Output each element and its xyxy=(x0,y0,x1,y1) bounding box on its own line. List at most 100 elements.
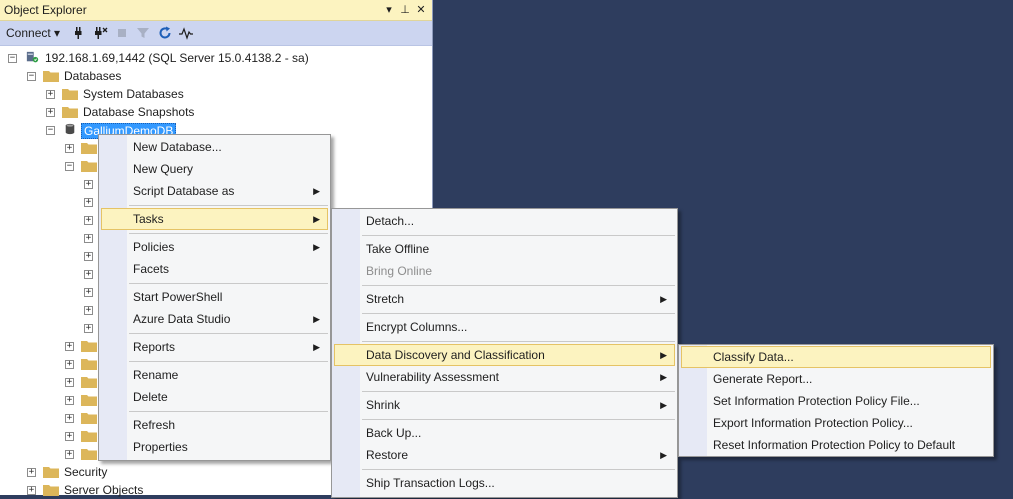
expand-icon[interactable]: + xyxy=(27,486,36,495)
tree-node-child[interactable]: + xyxy=(0,175,98,193)
menu-item-rename[interactable]: Rename xyxy=(101,364,328,386)
collapse-icon[interactable]: − xyxy=(65,162,74,171)
menu-item-detach[interactable]: Detach... xyxy=(334,210,675,232)
connect-plug-icon[interactable] xyxy=(70,25,86,41)
expand-icon[interactable]: + xyxy=(27,468,36,477)
tree-node-child[interactable]: + xyxy=(0,301,98,319)
menu-item-tasks[interactable]: Tasks ▶ xyxy=(101,208,328,230)
tree-node-child[interactable]: + xyxy=(0,391,98,409)
menu-item-back-up[interactable]: Back Up... xyxy=(334,422,675,444)
expand-icon[interactable]: + xyxy=(46,108,55,117)
collapse-icon[interactable]: − xyxy=(27,72,36,81)
expand-icon[interactable]: + xyxy=(84,288,93,297)
expand-icon[interactable]: + xyxy=(65,396,74,405)
folder-icon xyxy=(81,341,97,352)
expand-icon[interactable]: + xyxy=(65,378,74,387)
menu-item-azure-data-studio[interactable]: Azure Data Studio ▶ xyxy=(101,308,328,330)
collapse-icon[interactable]: − xyxy=(46,126,55,135)
menu-item-vulnerability-assessment[interactable]: Vulnerability Assessment ▶ xyxy=(334,366,675,388)
expand-icon[interactable]: + xyxy=(84,180,93,189)
expand-icon[interactable]: + xyxy=(65,360,74,369)
tree-node-child[interactable]: + xyxy=(0,373,98,391)
close-icon[interactable]: ✕ xyxy=(414,2,428,18)
tree-node-child[interactable]: + xyxy=(0,139,98,157)
menu-item-generate-report[interactable]: Generate Report... xyxy=(681,368,991,390)
expand-icon[interactable]: + xyxy=(84,252,93,261)
expand-icon[interactable]: + xyxy=(84,306,93,315)
tree-node-child[interactable]: + xyxy=(0,265,98,283)
tree-node-databases[interactable]: − Databases xyxy=(0,67,430,85)
submenu-arrow-icon: ▶ xyxy=(660,350,667,360)
tree-node-server[interactable]: − 192.168.1.69,1442 (SQL Server 15.0.413… xyxy=(0,49,430,67)
menu-item-ship-transaction-logs[interactable]: Ship Transaction Logs... xyxy=(334,472,675,494)
expand-icon[interactable]: + xyxy=(46,90,55,99)
tree-node-child[interactable]: + xyxy=(0,427,98,445)
expand-icon[interactable]: + xyxy=(65,342,74,351)
system-databases-node-label: System Databases xyxy=(83,87,184,101)
collapse-icon[interactable]: − xyxy=(8,54,17,63)
expand-icon[interactable]: + xyxy=(84,216,93,225)
tree-node-child[interactable]: + xyxy=(0,319,98,337)
panel-title: Object Explorer xyxy=(4,3,87,17)
submenu-arrow-icon: ▶ xyxy=(660,294,667,304)
tree-node-system-databases[interactable]: + System Databases xyxy=(0,85,430,103)
expand-icon[interactable]: + xyxy=(84,198,93,207)
menu-separator xyxy=(129,411,328,412)
refresh-icon[interactable] xyxy=(157,25,173,41)
filter-icon[interactable] xyxy=(135,25,151,41)
expand-icon[interactable]: + xyxy=(65,450,74,459)
menu-item-encrypt-columns[interactable]: Encrypt Columns... xyxy=(334,316,675,338)
menu-item-bring-online: Bring Online xyxy=(366,264,433,278)
database-icon xyxy=(65,123,75,135)
submenu-arrow-icon: ▶ xyxy=(313,214,320,224)
expand-icon[interactable]: + xyxy=(65,144,74,153)
expand-icon[interactable]: + xyxy=(84,234,93,243)
menu-item-take-offline[interactable]: Take Offline xyxy=(334,238,675,260)
menu-item-restore[interactable]: Restore ▶ xyxy=(334,444,675,466)
expand-icon[interactable]: + xyxy=(84,270,93,279)
tree-node-child[interactable]: + xyxy=(0,247,98,265)
expand-icon[interactable]: + xyxy=(65,414,74,423)
menu-item-delete[interactable]: Delete xyxy=(101,386,328,408)
tree-node-database-snapshots[interactable]: + Database Snapshots xyxy=(0,103,430,121)
tree-node-child[interactable]: + xyxy=(0,445,98,463)
folder-icon xyxy=(62,89,78,100)
menu-item-reset-information-protection-policy[interactable]: Reset Information Protection Policy to D… xyxy=(681,434,991,456)
window-position-dropdown-icon[interactable]: ▾ xyxy=(382,2,396,18)
connect-button[interactable]: Connect ▾ xyxy=(6,26,60,40)
folder-icon xyxy=(62,107,78,118)
tree-node-child[interactable]: + xyxy=(0,211,98,229)
menu-item-data-discovery-and-classification[interactable]: Data Discovery and Classification ▶ xyxy=(334,344,675,366)
folder-icon xyxy=(81,431,97,442)
menu-item-shrink[interactable]: Shrink ▶ xyxy=(334,394,675,416)
menu-item-stretch[interactable]: Stretch ▶ xyxy=(334,288,675,310)
menu-item-new-database[interactable]: New Database... xyxy=(101,136,328,158)
tree-node-child[interactable]: + xyxy=(0,229,98,247)
menu-item-export-information-protection-policy[interactable]: Export Information Protection Policy... xyxy=(681,412,991,434)
tree-node-child[interactable]: + xyxy=(0,409,98,427)
activity-monitor-icon[interactable] xyxy=(178,25,194,41)
tree-node-child[interactable]: + xyxy=(0,337,98,355)
databases-node-label: Databases xyxy=(64,69,122,83)
expand-icon[interactable]: + xyxy=(65,432,74,441)
disconnect-plug-icon[interactable] xyxy=(92,25,108,41)
menu-item-refresh[interactable]: Refresh xyxy=(101,414,328,436)
tree-node-child[interactable]: + xyxy=(0,355,98,373)
menu-item-script-database-as[interactable]: Script Database as ▶ xyxy=(101,180,328,202)
database-context-menu: New Database... New Query Script Databas… xyxy=(98,134,331,461)
menu-item-new-query[interactable]: New Query xyxy=(101,158,328,180)
menu-item-facets[interactable]: Facets xyxy=(101,258,328,280)
stop-icon[interactable] xyxy=(114,25,130,41)
menu-item-policies[interactable]: Policies ▶ xyxy=(101,236,328,258)
menu-separator xyxy=(362,469,675,470)
pin-icon[interactable]: ⊥ xyxy=(398,2,412,18)
menu-item-reports[interactable]: Reports ▶ xyxy=(101,336,328,358)
tree-node-child[interactable]: − xyxy=(0,157,98,175)
tree-node-child[interactable]: + xyxy=(0,193,98,211)
expand-icon[interactable]: + xyxy=(84,324,93,333)
tree-node-child[interactable]: + xyxy=(0,283,98,301)
menu-item-properties[interactable]: Properties xyxy=(101,436,328,458)
menu-item-start-powershell[interactable]: Start PowerShell xyxy=(101,286,328,308)
menu-item-classify-data[interactable]: Classify Data... xyxy=(681,346,991,368)
menu-item-set-information-protection-policy-file[interactable]: Set Information Protection Policy File..… xyxy=(681,390,991,412)
